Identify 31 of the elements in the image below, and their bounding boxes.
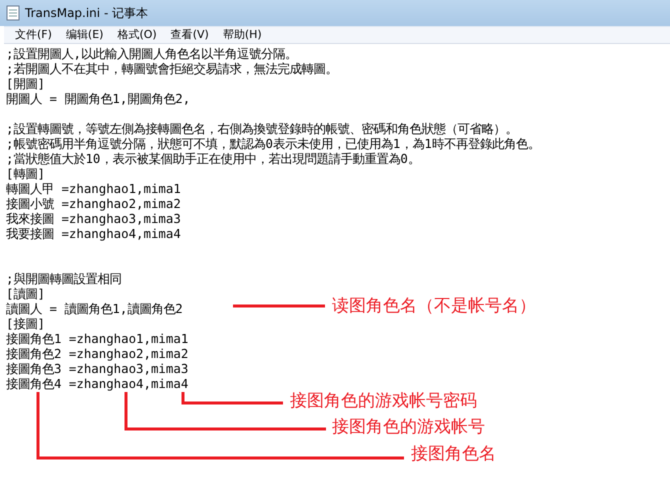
text-line: [接圖] bbox=[6, 316, 45, 331]
annotation-label: 读图角色名（不是帐号名） bbox=[332, 296, 536, 316]
text-line: 接圖角色3 =zhanghao3,mima3 bbox=[6, 361, 188, 376]
annotation-label: 接图角色的游戏帐号密码 bbox=[290, 391, 477, 411]
menu-item[interactable]: 文件(F) bbox=[8, 26, 59, 44]
window-title: TransMap.ini - 记事本 bbox=[25, 5, 148, 22]
text-line: 我來接圖 =zhanghao3,mima3 bbox=[6, 211, 181, 226]
annotation-label: 接图角色名 bbox=[411, 444, 496, 464]
menu-item[interactable]: 编辑(E) bbox=[58, 26, 110, 44]
text-line: 我要接圖 =zhanghao4,mima4 bbox=[6, 226, 181, 241]
text-line: ;當狀態值大於10，表示被某個助手正在使用中，若出現問題請手動重置為0。 bbox=[6, 151, 420, 166]
text-line: ;帳號密碼用半角逗號分隔，狀態可不填，默認為0表示未使用，已使用為1，為1時不再登錄此角色。 bbox=[6, 136, 540, 151]
text-line: 接圖小號 =zhanghao2,mima2 bbox=[6, 196, 181, 211]
text-line: ;設置開圖人,以此輸入開圖人角色名以半角逗號分隔。 bbox=[6, 46, 297, 61]
text-line: 接圖角色1 =zhanghao1,mima1 bbox=[6, 331, 188, 346]
text-line: 接圖角色4 =zhanghao4,mima4 bbox=[6, 376, 188, 391]
notepad-icon bbox=[6, 5, 20, 21]
text-line: ;若開圖人不在其中，轉圖號會拒絕交易請求，無法完成轉圖。 bbox=[6, 61, 338, 76]
text-line: ;與開圖轉圖設置相同 bbox=[6, 271, 122, 286]
text-line: 接圖角色2 =zhanghao2,mima2 bbox=[6, 346, 188, 361]
text-line: 轉圖人甲 =zhanghao1,mima1 bbox=[6, 181, 181, 196]
menu-item[interactable]: 格式(O) bbox=[110, 26, 164, 44]
text-line: [開圖] bbox=[6, 76, 45, 91]
annotation-label: 接图角色的游戏帐号 bbox=[332, 417, 485, 437]
text-line: [轉圖] bbox=[6, 166, 45, 181]
text-line: [讀圖] bbox=[6, 286, 45, 301]
menu-item[interactable]: 查看(V) bbox=[164, 26, 216, 44]
text-line: ;設置轉圖號，等號左側為接轉圖色名，右側為換號登錄時的帳號、密碼和角色狀態（可省略）。 bbox=[6, 121, 518, 136]
text-line: 開圖人 = 開圖角色1,開圖角色2, bbox=[6, 91, 190, 106]
menu-item[interactable]: 帮助(H) bbox=[216, 26, 269, 44]
text-line: 讀圖人 = 讀圖角色1,讀圖角色2 bbox=[6, 301, 183, 316]
